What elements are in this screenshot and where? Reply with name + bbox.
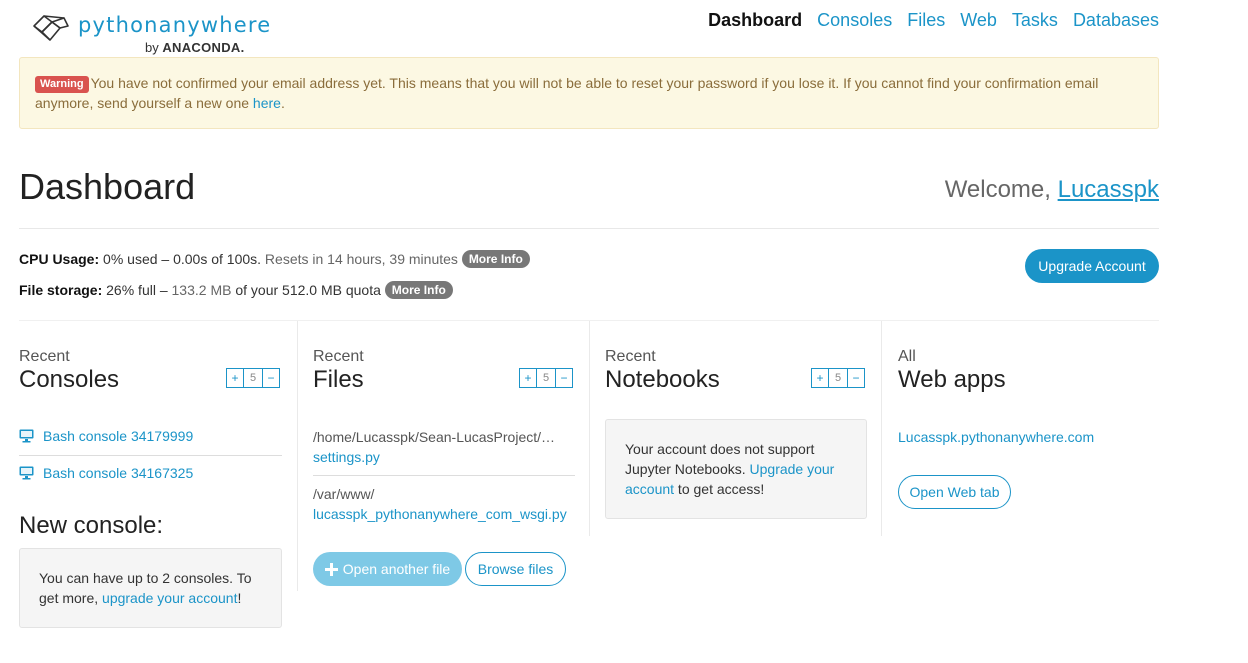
files-count-stepper: + 5 − (519, 368, 573, 388)
notebooks-panel: Recent Notebooks + 5 − Your account does… (605, 321, 867, 536)
welcome-prefix: Welcome, (944, 176, 1058, 203)
brand-byline: by ANACONDA. (145, 40, 245, 55)
files-kicker: Recent (313, 348, 364, 365)
files-decrease-button[interactable]: − (555, 368, 573, 388)
file-storage-used: 133.2 MB (171, 282, 232, 298)
warning-text: You have not confirmed your email addres… (35, 75, 1099, 111)
open-web-tab-button[interactable]: Open Web tab (898, 475, 1011, 509)
files-panel: Recent Files + 5 − /home/Lucasspk/Sean-L… (313, 321, 575, 641)
upgrade-account-link[interactable]: upgrade your account (102, 590, 237, 606)
nav-databases[interactable]: Databases (1073, 10, 1159, 31)
console-link[interactable]: Bash console 34167325 (19, 465, 193, 481)
warning-text-end: . (280, 95, 285, 111)
top-nav: Dashboard Consoles Files Web Tasks Datab… (708, 10, 1159, 31)
column-separator (589, 321, 590, 536)
cpu-more-info-button[interactable]: More Info (461, 250, 530, 268)
notebooks-notice-end: to get access! (674, 481, 765, 497)
column-separator (881, 321, 882, 536)
brand-logo[interactable]: pythonanywhere by ANACONDA. (30, 12, 270, 58)
nav-consoles[interactable]: Consoles (817, 10, 892, 31)
page-title: Dashboard (19, 166, 196, 207)
notebooks-decrease-button[interactable]: − (847, 368, 865, 388)
console-link-label: Bash console 34179999 (43, 428, 194, 444)
monitor-icon (19, 429, 34, 443)
webapps-title: Web apps (898, 366, 1006, 393)
consoles-count-stepper: + 5 − (226, 368, 280, 388)
monitor-icon (19, 466, 34, 480)
cpu-usage-value: 0% used – 0.00s of 100s. (103, 251, 262, 267)
brand-by-prefix: by (145, 40, 159, 55)
console-link[interactable]: Bash console 34179999 (19, 428, 193, 444)
webapps-panel: All Web apps Lucasspk.pythonanywhere.com… (898, 321, 1159, 536)
files-count: 5 (537, 368, 555, 388)
consoles-count: 5 (244, 368, 262, 388)
consoles-kicker: Recent (19, 348, 70, 365)
nav-files[interactable]: Files (907, 10, 945, 31)
notebooks-count: 5 (829, 368, 847, 388)
nav-dashboard[interactable]: Dashboard (708, 10, 802, 31)
plus-icon (324, 562, 338, 576)
file-storage: File storage: 26% full – 133.2 MB of you… (19, 281, 453, 299)
consoles-panel: Recent Consoles + 5 − Bash console 34179… (19, 321, 282, 641)
welcome-message: Welcome, Lucasspk (945, 176, 1159, 204)
consoles-decrease-button[interactable]: − (262, 368, 280, 388)
webapp-link[interactable]: Lucasspk.pythonanywhere.com (898, 427, 1094, 447)
username-link[interactable]: Lucasspk (1058, 176, 1159, 203)
webapps-kicker: All (898, 348, 916, 365)
file-storage-percent: 26% full – (106, 282, 168, 298)
storage-more-info-button[interactable]: More Info (384, 281, 453, 299)
file-link[interactable]: settings.py (313, 447, 380, 467)
pythonanywhere-logo-icon (33, 15, 69, 41)
column-separator (297, 321, 298, 591)
cpu-usage-label: CPU Usage: (19, 251, 100, 267)
open-another-file-label: Open another file (342, 561, 451, 577)
cpu-usage: CPU Usage: 0% used – 0.00s of 100s. Rese… (19, 250, 530, 268)
browse-files-button[interactable]: Browse files (465, 552, 566, 586)
cpu-reset-text: Resets in 14 hours, 39 minutes (264, 251, 458, 267)
open-another-file-button[interactable]: Open another file (313, 552, 462, 586)
file-link[interactable]: lucasspk_pythonanywhere_com_wsgi.py (313, 504, 567, 524)
consoles-title: Consoles (19, 366, 120, 393)
console-limit-end: ! (237, 590, 242, 606)
files-title: Files (313, 366, 364, 393)
divider (19, 455, 282, 456)
console-limit-notice: You can have up to 2 consoles. To get mo… (19, 548, 282, 628)
notebooks-kicker: Recent (605, 348, 656, 365)
file-storage-quota: of your 512.0 MB quota (235, 282, 381, 298)
consoles-increase-button[interactable]: + (226, 368, 244, 388)
new-console-heading: New console: (19, 512, 164, 539)
file-path: /home/Lucasspk/Sean-LucasProject/… (313, 429, 556, 445)
resend-confirmation-link[interactable]: here (253, 95, 281, 111)
divider (313, 475, 575, 476)
notebooks-count-stepper: + 5 − (811, 368, 865, 388)
notebooks-title: Notebooks (605, 366, 720, 393)
file-storage-label: File storage: (19, 282, 103, 298)
file-path: /var/www/ (313, 486, 375, 502)
brand-name: pythonanywhere (78, 13, 272, 37)
upgrade-account-button[interactable]: Upgrade Account (1025, 249, 1159, 283)
email-warning-alert: Warning You have not confirmed your email… (19, 57, 1159, 129)
console-link-label: Bash console 34167325 (43, 465, 194, 481)
files-increase-button[interactable]: + (519, 368, 537, 388)
nav-tasks[interactable]: Tasks (1012, 10, 1058, 31)
nav-web[interactable]: Web (960, 10, 997, 31)
brand-company: ANACONDA. (162, 40, 245, 55)
notebooks-unsupported-notice: Your account does not support Jupyter No… (605, 419, 867, 519)
warning-badge: Warning (35, 76, 89, 93)
divider (19, 228, 1159, 229)
notebooks-increase-button[interactable]: + (811, 368, 829, 388)
